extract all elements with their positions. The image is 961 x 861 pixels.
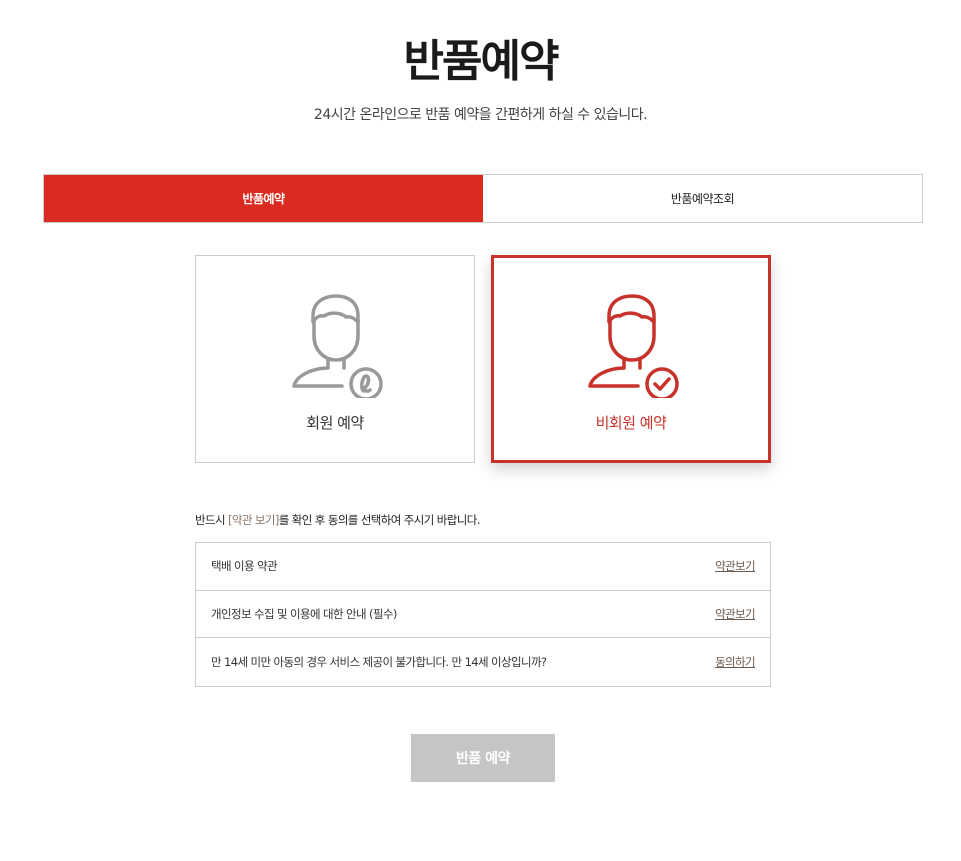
term-text: 개인정보 수집 및 이용에 대한 안내 (필수) (211, 606, 397, 621)
term-row-age: 만 14세 미만 아동의 경우 서비스 제공이 불가합니다. 만 14세 이상입… (196, 638, 770, 686)
user-check-icon (588, 294, 679, 398)
terms-notice: 반드시 [약관 보기]를 확인 후 동의를 선택하여 주시기 바랍니다. (195, 513, 480, 527)
member-reservation-card[interactable]: 회원 예약 (195, 255, 475, 463)
tab-return-reservation-lookup[interactable]: 반품예약조회 (483, 175, 922, 222)
page-subtitle: 24시간 온라인으로 반품 예약을 간편하게 하실 수 있습니다. (313, 107, 648, 123)
guest-reservation-card[interactable]: 비회원 예약 (491, 255, 771, 463)
tab-bar: 반품예약 반품예약조회 (43, 174, 923, 223)
term-text: 만 14세 미만 아동의 경우 서비스 제공이 불가합니다. 만 14세 이상입… (211, 654, 547, 669)
term-row-privacy: 개인정보 수집 및 이용에 대한 안내 (필수) 약관보기 (196, 591, 770, 639)
view-terms-link[interactable]: 약관보기 (715, 558, 756, 574)
page-title: 반품예약 (403, 36, 560, 87)
guest-reservation-label: 비회원 예약 (595, 414, 667, 432)
agree-link[interactable]: 동의하기 (715, 654, 756, 670)
user-login-icon (292, 294, 383, 398)
term-row-delivery: 택배 이용 약관 약관보기 (196, 543, 770, 591)
member-reservation-label: 회원 예약 (306, 414, 364, 432)
terms-notice-highlight: [약관 보기] (228, 513, 279, 527)
term-text: 택배 이용 약관 (211, 559, 278, 574)
terms-list: 택배 이용 약관 약관보기 개인정보 수집 및 이용에 대한 안내 (필수) 약… (195, 542, 771, 687)
submit-return-button[interactable]: 반품 예약 (411, 734, 555, 782)
tab-return-reservation[interactable]: 반품예약 (44, 175, 483, 222)
view-terms-link[interactable]: 약관보기 (715, 606, 756, 622)
